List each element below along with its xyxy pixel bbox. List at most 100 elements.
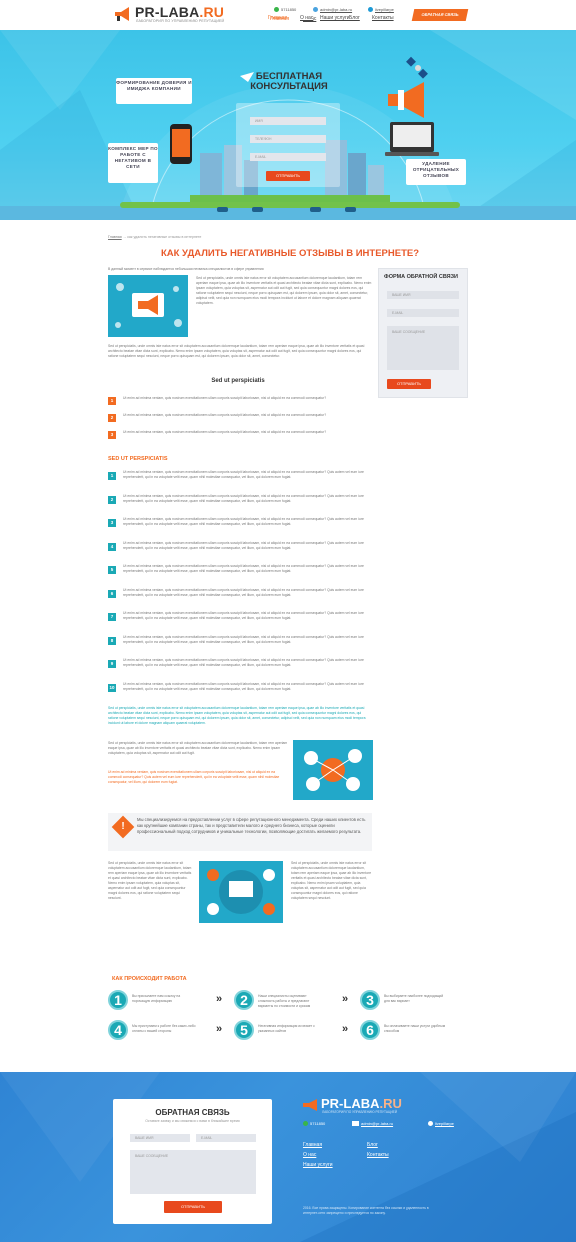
- footer-name-input[interactable]: ВАШЕ ИМЯ: [130, 1134, 190, 1142]
- hero-name-input[interactable]: ИМЯ: [250, 117, 326, 125]
- footer-link-about[interactable]: О нас: [303, 1152, 316, 1158]
- list-number-3: 3: [108, 431, 116, 439]
- sidebar-email-input[interactable]: E-MAIL: [387, 309, 459, 317]
- road: [0, 206, 576, 220]
- section-subtitle: Sed ut perspiciatis: [211, 378, 265, 384]
- bubble-negative: КОМПЛЕКС МЕР ПО РАБОТЕ С НЕГАТИВОМ В СЕТ…: [108, 143, 158, 183]
- list-number-8: 8: [108, 636, 116, 645]
- nav-about-link[interactable]: О нас: [300, 15, 314, 21]
- sidebar-message-input[interactable]: ВАШЕ СООБЩЕНИЕ: [387, 326, 459, 370]
- step-text: Мы приступаем к работе без каких-либо оп…: [132, 1024, 196, 1033]
- list-number-3: 3: [108, 519, 116, 527]
- orange-paragraph: Ut enim ad minima veniam, quis nostrum e…: [108, 770, 280, 784]
- list-item: Ut enim ad minima veniam, quis nostrum e…: [123, 493, 364, 503]
- mail-icon: [313, 7, 318, 13]
- nav-services-link[interactable]: Наши услуги: [320, 15, 350, 21]
- network-graphic: [304, 749, 362, 791]
- list-item: Ut enim ad minima veniam, quis nostrum e…: [123, 413, 327, 417]
- list-number-5: 5: [108, 566, 116, 574]
- hero-email-input[interactable]: E-MAIL: [250, 153, 326, 161]
- logo[interactable]: PR-LABA.RU: [135, 4, 224, 20]
- list-number-7: 7: [108, 613, 116, 621]
- car-icon: [252, 207, 263, 212]
- logo-main: PR-LABA: [135, 4, 200, 20]
- car-icon: [310, 207, 321, 212]
- list-number-9: 9: [108, 660, 116, 668]
- process-steps: 1 Вы присылаете нам ссылку на порочащую и…: [108, 990, 468, 1050]
- numbered-list: 1 Ut enim ad minima veniam, quis nostrum …: [108, 470, 373, 700]
- skype-contact[interactable]: livepillarpe: [368, 7, 394, 13]
- footer-message-input[interactable]: ВАШЕ СООБЩЕНИЕ: [130, 1150, 256, 1194]
- footer-submit-button[interactable]: ОТПРАВИТЬ: [164, 1201, 222, 1213]
- column-right-text: Sed ut perspiciatis, unde omnis iste nat…: [291, 861, 372, 900]
- list-item: Ut enim ad minima veniam, quis nostrum e…: [123, 396, 327, 400]
- hero-banner: ФОРМИРОВАНИЕ ДОВЕРИЯ И ИМИДЖА КОМПАНИИ К…: [0, 30, 576, 220]
- megaphone-graphic: [115, 283, 182, 328]
- step-number-5: 5: [234, 1020, 254, 1040]
- list-item: Ut enim ad minima veniam, quis nostrum e…: [123, 564, 364, 573]
- arrow-right-icon: »: [216, 993, 223, 1005]
- email-contact[interactable]: admin@pr-laba.ru: [313, 7, 353, 13]
- list-item: Ut enim ad minima veniam, quis nostrum e…: [123, 658, 364, 667]
- bubble-reviews: УДАЛЕНИЕ ОТРИЦАТЕЛЬНЫХ ОТЗЫВОВ: [406, 159, 466, 185]
- car-icon: [345, 207, 356, 212]
- illustration-megaphone: [108, 275, 188, 337]
- footer-link-home[interactable]: Главная: [303, 1142, 322, 1148]
- grass-strip: [120, 202, 460, 208]
- laptop-icon: [390, 122, 434, 152]
- nav-home-link[interactable]: Главная: [268, 15, 287, 21]
- breadcrumb: Главная → как удалить негативные отзывы …: [108, 235, 202, 239]
- nav-blog-link[interactable]: Блог: [349, 15, 360, 21]
- sidebar-submit-button[interactable]: ОТПРАВИТЬ: [387, 379, 431, 389]
- arrow-right-icon: »: [342, 1023, 349, 1035]
- list-item: Ut enim ad minima veniam, quis nostrum e…: [123, 470, 364, 479]
- header: PR-LABA.RU ЛАБОРАТОРИЯ ПО УПРАВЛЕНИЮ РЕП…: [0, 0, 576, 30]
- footer-skype-text: livepillarpe: [435, 1121, 454, 1126]
- nav-contacts-link[interactable]: Контакты: [372, 15, 394, 21]
- article-title: КАК УДАЛИТЬ НЕГАТИВНЫЕ ОТЗЫВЫ В ИНТЕРНЕТ…: [160, 248, 420, 259]
- process-title: КАК ПРОИСХОДИТ РАБОТА: [112, 976, 187, 982]
- list-number-6: 6: [108, 589, 116, 598]
- phone-icon: [303, 1121, 308, 1127]
- footer-logo[interactable]: PR-LABA.RU: [321, 1096, 402, 1111]
- hero-phone-input[interactable]: ТЕЛЕФОН: [250, 135, 326, 143]
- info-icon-glyph: !: [121, 821, 125, 832]
- arrow-right-icon: »: [342, 993, 349, 1005]
- footer: [0, 1072, 576, 1242]
- phone-text: 5711850: [281, 7, 297, 12]
- step-text: Вы оплачиваете наши услуги удобным спосо…: [384, 1024, 446, 1033]
- logo-tld: .RU: [199, 4, 225, 20]
- step-number-4: 4: [108, 1020, 128, 1040]
- breadcrumb-home[interactable]: Главная: [108, 235, 122, 239]
- step-number-1: 1: [108, 990, 128, 1010]
- list-number-2: 2: [108, 414, 116, 422]
- article-para-2: Sed ut perspiciatis, unde omnis iste nat…: [108, 344, 365, 358]
- email-text: admin@pr-laba.ru: [320, 7, 353, 12]
- list-item: Ut enim ad minima veniam, quis nostrum e…: [123, 517, 364, 526]
- sidebar-name-input[interactable]: ВАШЕ ИМЯ: [387, 291, 459, 299]
- header-feedback-button[interactable]: ОБРАТНАЯ СВЯЗЬ: [411, 9, 469, 21]
- footer-email-input[interactable]: E-MAIL: [196, 1134, 256, 1142]
- footer-copyright: 2016. Все права защищены. Копирование ко…: [303, 1206, 429, 1215]
- hero-submit-button[interactable]: ОТПРАВИТЬ: [266, 171, 310, 181]
- footer-skype[interactable]: livepillarpe: [428, 1121, 454, 1127]
- article-para-3: Sed ut perspiciatis, unde omnis iste nat…: [108, 741, 288, 755]
- footer-link-services[interactable]: Наши услуги: [303, 1162, 333, 1168]
- footer-background: [0, 1072, 576, 1242]
- hero-title: БЕСПЛАТНАЯ КОНСУЛЬТАЦИЯ: [250, 71, 328, 92]
- smartphone-icon: [170, 124, 192, 164]
- megaphone-logo-icon: [115, 7, 129, 21]
- footer-email-text: admin@pr-laba.ru: [361, 1121, 394, 1126]
- column-left-text: Sed ut perspiciatis, unde omnis iste nat…: [108, 861, 192, 900]
- list-item: Ut enim ad minima veniam, quis nostrum e…: [123, 540, 364, 550]
- laptop-base: [385, 152, 439, 156]
- footer-phone: 5711850: [303, 1121, 325, 1127]
- article-para-1: Sed ut perspiciatis, unde omnis iste nat…: [196, 276, 372, 305]
- intro-text: В данный момент в сервисе наблюдается не…: [108, 267, 264, 271]
- arrow-right-icon: »: [216, 1023, 223, 1035]
- footer-email[interactable]: admin@pr-laba.ru: [352, 1121, 394, 1127]
- phone-icon: [274, 7, 279, 13]
- footer-link-blog[interactable]: Блог: [367, 1142, 378, 1148]
- list-number-4: 4: [108, 542, 116, 551]
- footer-link-contacts[interactable]: Контакты: [367, 1152, 389, 1158]
